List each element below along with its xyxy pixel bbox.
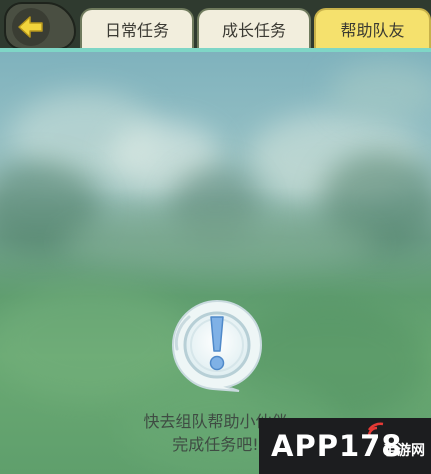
site-watermark: APP178 手游网 bbox=[259, 418, 431, 474]
back-button[interactable] bbox=[4, 2, 76, 50]
tab-daily-tasks[interactable]: 日常任务 bbox=[80, 8, 194, 52]
watermark-sub: 手游网 bbox=[383, 443, 425, 459]
exclamation-icon bbox=[169, 297, 265, 393]
tab-growth-tasks[interactable]: 成长任务 bbox=[197, 8, 311, 52]
tab-help-teammates[interactable]: 帮助队友 bbox=[314, 8, 431, 52]
top-bar: 日常任务 成长任务 帮助队友 bbox=[0, 0, 431, 52]
back-arrow-icon bbox=[12, 8, 50, 46]
